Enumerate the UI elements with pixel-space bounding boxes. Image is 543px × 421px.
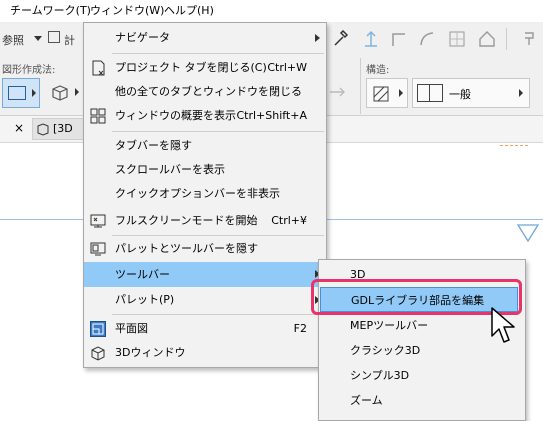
menubar-item-help[interactable]: ヘルプ(H) <box>160 3 218 19</box>
menu-item-label: パレット(P) <box>115 293 175 306</box>
chevron-down-icon[interactable] <box>34 36 42 41</box>
menu-item-palettes[interactable]: パレット(P) <box>84 288 326 312</box>
shape-rect-button[interactable] <box>2 78 40 108</box>
menu-item-shortcut: Ctrl+W <box>267 61 307 74</box>
toolbar-divider <box>506 28 507 50</box>
menu-item-close-other-tabs[interactable]: 他の全てのタブとウィンドウを閉じる <box>84 80 326 104</box>
menu-item-hide-tab-bar[interactable]: タブバーを隠す <box>84 134 326 158</box>
menu-separator <box>112 314 324 315</box>
menu-item-show-scrollbars[interactable]: スクロールバーを表示 <box>84 158 326 182</box>
submenu-item-label: MEPツールバー <box>350 319 429 332</box>
dashed-marker <box>500 145 528 147</box>
menu-item-label: 平面図 <box>115 322 148 335</box>
menu-item-hide-palettes-toolbars[interactable]: パレットとツールバーを隠す <box>84 237 326 261</box>
submenu-item-label: シンプル3D <box>350 369 410 382</box>
menu-bar: チームワーク(T) ウィンドウ(W) ヘルプ(H) <box>0 0 543 22</box>
window-overview-icon <box>90 108 106 124</box>
menu-item-label: 3Dウィンドウ <box>115 346 186 359</box>
chevron-right-icon <box>75 88 79 96</box>
menubar-item-teamwork[interactable]: チームワーク(T) <box>6 3 95 19</box>
hatch-icon <box>373 86 389 102</box>
menu-item-label: フルスクリーンモードを開始 <box>115 214 258 227</box>
chevron-right-icon <box>399 89 403 97</box>
rectangle-icon <box>8 86 26 100</box>
menu-item-close-project-tab[interactable]: プロジェクト タブを閉じる(C) Ctrl+W <box>84 56 326 80</box>
elevation-icon[interactable] <box>362 30 380 48</box>
corner-icon[interactable] <box>390 30 408 48</box>
structure-value: 一般 <box>449 88 471 101</box>
fullscreen-icon <box>90 214 106 228</box>
submenu-item-simple-3d[interactable]: シンプル3D <box>319 363 525 388</box>
menu-item-hide-quick-options[interactable]: クイックオプションバーを非表示 <box>84 182 326 206</box>
flip-icon[interactable] <box>326 80 350 104</box>
close-tab-icon <box>92 60 105 76</box>
menu-item-toolbars[interactable]: ツールバー <box>84 262 326 287</box>
menu-item-label: ナビゲータ <box>115 31 170 44</box>
wall-layer-icon <box>417 84 443 102</box>
menu-separator <box>112 131 324 132</box>
hide-palettes-icon <box>90 242 106 256</box>
home-icon[interactable] <box>478 30 496 48</box>
submenu-item-label: ズーム <box>350 394 383 407</box>
box-3d-icon <box>52 85 68 101</box>
structure-select[interactable]: 一般 <box>412 78 530 108</box>
menu-item-label: パレットとツールバーを隠す <box>115 242 258 255</box>
magic-wand-icon[interactable] <box>332 30 350 48</box>
menu-separator <box>112 53 324 54</box>
curve-icon[interactable] <box>418 30 436 48</box>
menu-item-fullscreen[interactable]: フルスクリーンモードを開始 Ctrl+¥ <box>84 209 326 233</box>
menu-item-label: スクロールバーを表示 <box>115 163 225 176</box>
shape-method-label: 図形作成法: <box>2 65 56 76</box>
menu-item-label: タブバーを隠す <box>115 139 192 152</box>
cursor-icon <box>491 307 515 343</box>
3d-window-icon <box>91 346 105 361</box>
submenu-arrow-icon <box>315 34 320 42</box>
menu-item-label: 他の全てのタブとウィンドウを閉じる <box>115 85 302 98</box>
menu-item-window-overview[interactable]: ウィンドウの概要を表示 Ctrl+Shift+A <box>84 104 326 128</box>
tab-label: [3D <box>53 122 73 135</box>
menu-item-label: クイックオプションバーを非表示 <box>115 187 280 200</box>
menu-item-label: プロジェクト タブを閉じる(C) <box>115 61 267 74</box>
grid-select-icon[interactable] <box>448 30 466 48</box>
menu-item-shortcut: Ctrl+Shift+A <box>236 109 307 122</box>
menu-separator <box>112 235 324 236</box>
menu-item-label: ツールバー <box>115 268 170 281</box>
menu-item-shortcut: Ctrl+¥ <box>271 214 307 227</box>
window-menu: ナビゲータ プロジェクト タブを閉じる(C) Ctrl+W 他の全てのタブとウィ… <box>83 22 327 368</box>
menu-item-shortcut: F2 <box>293 322 307 335</box>
3d-window-icon <box>37 123 49 136</box>
chevron-right-icon <box>519 89 523 97</box>
option-divider <box>360 58 361 114</box>
pin-icon[interactable] <box>520 30 538 48</box>
menu-item-label: ウィンドウの概要を表示 <box>115 109 236 122</box>
tab-close-button[interactable]: × <box>14 121 24 135</box>
calc-icon[interactable] <box>48 31 60 43</box>
menu-item-3d-window[interactable]: 3Dウィンドウ <box>84 341 326 365</box>
elevation-marker-icon <box>516 224 540 243</box>
structure-label: 構造: <box>366 65 390 76</box>
shape-box-button[interactable] <box>46 78 84 108</box>
chevron-right-icon <box>32 89 36 97</box>
tab-3d[interactable]: [3D <box>32 118 88 140</box>
floor-plan-icon <box>90 321 106 337</box>
menu-item-navigator[interactable]: ナビゲータ <box>84 26 326 50</box>
menubar-item-window[interactable]: ウィンドウ(W) <box>86 3 168 19</box>
toolbar-calc-label[interactable]: 計 <box>64 32 75 48</box>
structure-type-button[interactable] <box>366 78 408 108</box>
menu-item-floor-plan[interactable]: 平面図 F2 <box>84 317 326 341</box>
toolbar-ref-label[interactable]: 参照 <box>2 32 24 48</box>
submenu-item-label: クラシック3D <box>350 344 421 357</box>
submenu-item-zoom[interactable]: ズーム <box>319 388 525 413</box>
